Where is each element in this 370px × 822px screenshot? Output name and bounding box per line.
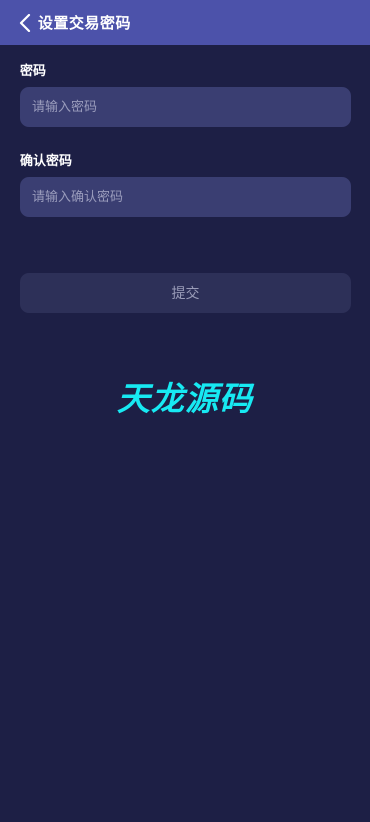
submit-button[interactable]: 提交 [20,273,351,313]
password-field-container [20,87,351,127]
confirm-password-label: 确认密码 [20,154,73,169]
password-input[interactable] [30,98,351,116]
watermark-logo: 天龙源码 [117,379,253,418]
password-label: 密码 [20,64,47,79]
confirm-password-input[interactable] [30,188,351,206]
page-title: 设置交易密码 [38,14,132,32]
back-button[interactable] [14,0,36,45]
confirm-password-field-container [20,177,351,217]
chevron-left-icon [19,13,31,32]
top-bar: 设置交易密码 [0,0,370,45]
